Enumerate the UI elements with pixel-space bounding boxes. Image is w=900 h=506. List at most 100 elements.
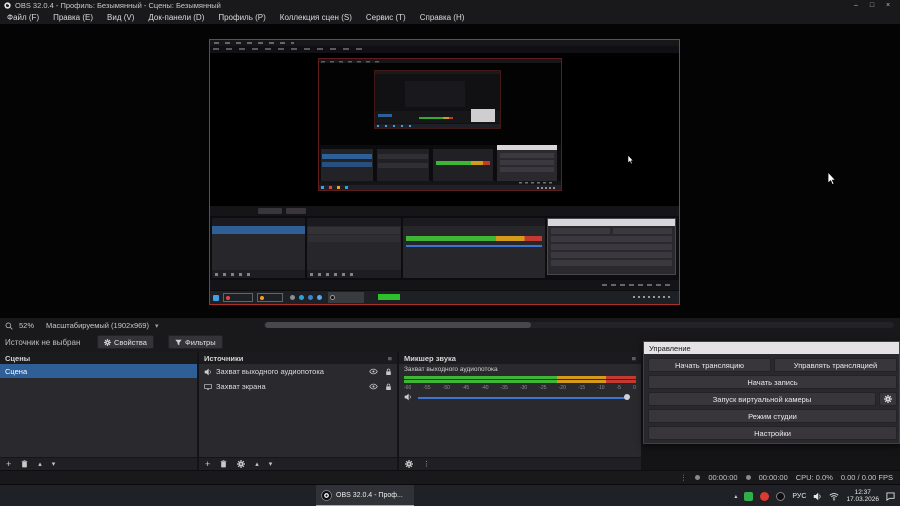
captured-sources-header bbox=[307, 218, 401, 226]
captured-tray-dot3 bbox=[308, 295, 313, 300]
source-up-button[interactable]: ▴ bbox=[255, 458, 259, 471]
menu-file[interactable]: Файл (F) bbox=[0, 11, 46, 24]
zoom-value[interactable]: 52% bbox=[19, 321, 34, 330]
filter-icon bbox=[175, 339, 182, 346]
record-timer: 00:00:00 bbox=[758, 473, 788, 482]
menu-tools[interactable]: Сервис (T) bbox=[359, 11, 413, 24]
menu-edit[interactable]: Правка (E) bbox=[46, 11, 100, 24]
maximize-button[interactable]: □ bbox=[864, 0, 880, 11]
captured-tray-dot2 bbox=[299, 295, 304, 300]
status-bar: ⋮ 00:00:00 00:00:00 CPU: 0.0% 0.00 / 0.0… bbox=[0, 470, 900, 484]
captured-mixer-slider bbox=[406, 245, 542, 247]
menu-profile[interactable]: Профиль (P) bbox=[211, 11, 272, 24]
start-recording-button[interactable]: Начать запись bbox=[648, 375, 897, 389]
source-properties-gear-button[interactable] bbox=[237, 460, 246, 468]
scenes-toolbar: + ▴ ▾ bbox=[0, 457, 197, 470]
minimize-button[interactable]: – bbox=[848, 0, 864, 11]
properties-button[interactable]: Свойства bbox=[97, 335, 154, 349]
volume-slider-handle[interactable] bbox=[624, 394, 630, 400]
tray-expand-chevron[interactable]: ▴ bbox=[734, 493, 737, 500]
preview-hscrollbar[interactable] bbox=[264, 322, 894, 328]
source-down-button[interactable]: ▾ bbox=[269, 458, 273, 471]
cpu-usage: CPU: 0.0% bbox=[795, 473, 833, 482]
taskbar-clock[interactable]: 12:37 17.03.2026 bbox=[846, 489, 879, 504]
scenes-title: Сцены bbox=[5, 353, 31, 363]
lock-icon[interactable] bbox=[385, 368, 392, 376]
tray-red-app-icon[interactable] bbox=[760, 491, 770, 501]
l3-titlebar bbox=[375, 71, 500, 74]
captured-ctl-btn-f bbox=[551, 260, 672, 266]
captured-source-row2 bbox=[308, 235, 400, 242]
captured-screenshot-level3 bbox=[374, 70, 501, 129]
scene-down-button[interactable]: ▾ bbox=[52, 458, 56, 471]
remove-scene-button[interactable] bbox=[21, 460, 28, 468]
status-kebab-icon[interactable]: ⋮ bbox=[680, 473, 688, 482]
taskbar-obs-window-button[interactable]: OBS 32.0.4 - Проф... bbox=[316, 485, 414, 506]
volume-meter-right bbox=[404, 380, 636, 383]
menu-view[interactable]: Вид (V) bbox=[100, 11, 141, 24]
action-center-icon[interactable] bbox=[886, 491, 895, 501]
scale-caret-icon[interactable]: ▾ bbox=[155, 322, 159, 330]
menu-scene-collection[interactable]: Коллекция сцен (S) bbox=[273, 11, 359, 24]
zoom-icon bbox=[5, 322, 13, 330]
menu-docks[interactable]: Док-панели (D) bbox=[141, 11, 211, 24]
virtual-camera-button[interactable]: Запуск виртуальной камеры bbox=[648, 392, 876, 406]
language-indicator[interactable]: РУС bbox=[792, 493, 806, 500]
l3-inner-shot bbox=[405, 81, 465, 107]
virtual-camera-config-button[interactable] bbox=[879, 392, 897, 406]
close-button[interactable]: × bbox=[880, 0, 896, 11]
scale-label: Масштабируемый (1902x969) bbox=[46, 321, 149, 330]
l2-scenes-panel bbox=[321, 149, 373, 181]
controls-dock: Управление Начать трансляцию Управлять т… bbox=[643, 341, 900, 444]
obs-app-icon bbox=[321, 489, 332, 501]
captured-scenes-dock bbox=[212, 218, 305, 278]
no-source-label: Источник не выбран bbox=[5, 338, 81, 347]
menu-help[interactable]: Справка (H) bbox=[413, 11, 472, 24]
tick: -25 bbox=[539, 385, 547, 391]
captured-scratch-dot bbox=[260, 295, 264, 300]
sources-title: Источники bbox=[204, 353, 244, 363]
source-row-audio[interactable]: Захват выходного аудиопотока bbox=[199, 364, 397, 379]
mixer-kebab-button[interactable]: ⋮ bbox=[423, 458, 430, 471]
screen-capture-source[interactable] bbox=[209, 39, 680, 305]
network-icon[interactable] bbox=[829, 492, 839, 501]
captured-ctl-btn-c bbox=[551, 236, 672, 242]
volume-slider[interactable] bbox=[418, 397, 627, 399]
sources-dock-menu-icon[interactable]: ≡ bbox=[388, 354, 392, 363]
l2-scene-row bbox=[322, 154, 372, 159]
captured-tray-dot1 bbox=[290, 295, 295, 300]
visibility-eye-icon[interactable] bbox=[369, 368, 378, 375]
l2-meter bbox=[436, 161, 490, 165]
title-bar: OBS 32.0.4 - Профиль: Безымянный - Сцены… bbox=[0, 0, 900, 11]
scene-list-item[interactable]: Сцена bbox=[0, 364, 197, 378]
start-streaming-button[interactable]: Начать трансляцию bbox=[648, 358, 771, 372]
mixer-gear-button[interactable] bbox=[405, 460, 413, 468]
mixer-dock-menu-icon[interactable]: ≡ bbox=[632, 354, 636, 363]
source-row-display[interactable]: Захват экрана bbox=[199, 379, 397, 394]
studio-mode-button[interactable]: Режим студии bbox=[648, 409, 897, 423]
tray-obs-icon[interactable] bbox=[776, 491, 786, 501]
add-source-button[interactable]: + bbox=[205, 458, 210, 471]
filters-button[interactable]: Фильтры bbox=[168, 335, 223, 349]
controls-dock-titlebar[interactable]: Управление bbox=[644, 342, 899, 354]
volume-meter-left bbox=[404, 376, 636, 379]
captured-tray-dot4 bbox=[317, 295, 322, 300]
l3-taskbar bbox=[375, 124, 500, 128]
l2-controls-title bbox=[497, 145, 557, 150]
settings-button[interactable]: Настройки bbox=[648, 426, 897, 440]
captured-obs-task-btn bbox=[328, 292, 364, 303]
remove-source-button[interactable] bbox=[220, 460, 227, 468]
captured-filters-blob bbox=[286, 208, 306, 214]
manage-broadcast-button[interactable]: Управлять трансляцией bbox=[774, 358, 897, 372]
add-scene-button[interactable]: + bbox=[6, 458, 11, 471]
scene-up-button[interactable]: ▴ bbox=[38, 458, 42, 471]
preview-hscrollbar-thumb[interactable] bbox=[265, 322, 531, 328]
controls-title: Управление bbox=[649, 343, 691, 353]
captured-properties-blob bbox=[258, 208, 282, 214]
volume-icon[interactable] bbox=[813, 492, 822, 501]
lock-icon[interactable] bbox=[385, 383, 392, 391]
tray-green-app-icon[interactable] bbox=[744, 491, 754, 501]
l2-mixer-panel bbox=[433, 149, 493, 181]
channel-speaker-icon[interactable] bbox=[404, 393, 412, 401]
visibility-eye-icon[interactable] bbox=[369, 383, 378, 390]
